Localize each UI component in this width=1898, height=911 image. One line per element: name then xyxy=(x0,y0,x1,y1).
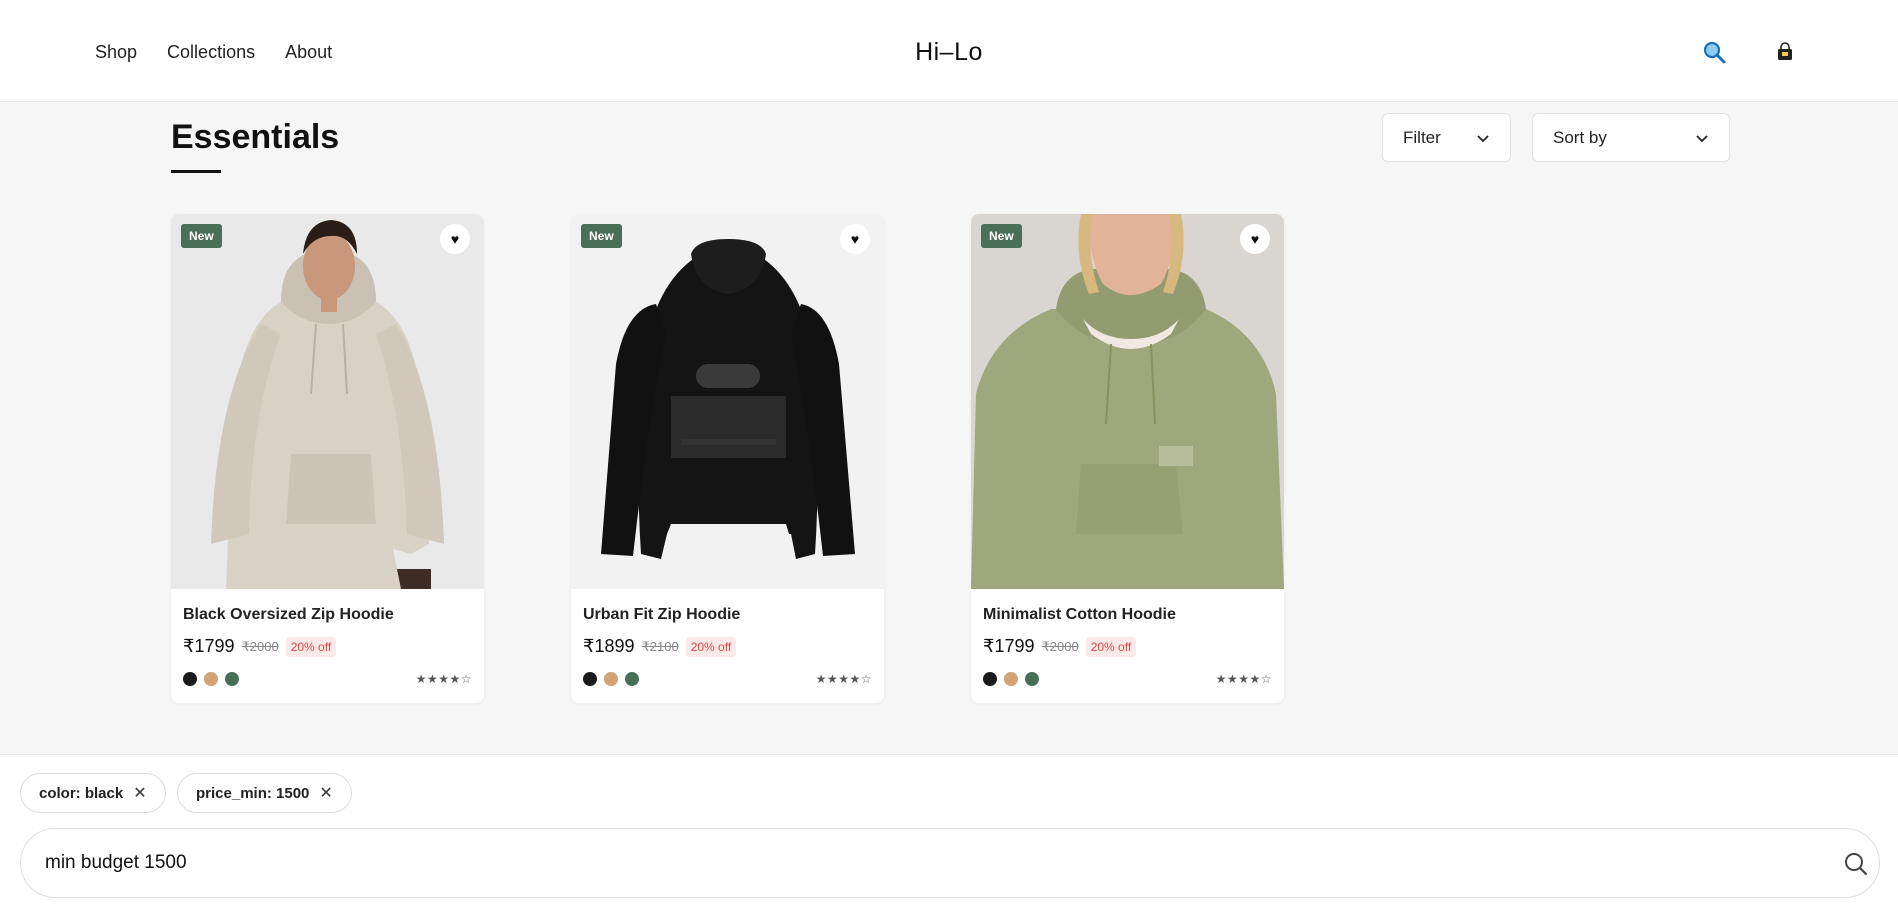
sort-dropdown[interactable]: Sort by xyxy=(1532,113,1730,162)
swatch-tan[interactable] xyxy=(204,672,218,686)
chip-label: price_min: 1500 xyxy=(196,784,310,802)
site-header: Shop Collections About Hi–Lo xyxy=(0,0,1898,102)
color-swatches xyxy=(183,672,239,686)
assistant-panel: color: black ✕ price_min: 1500 ✕ xyxy=(0,754,1898,911)
old-price: ₹2000 xyxy=(241,638,279,654)
heart-icon[interactable]: ♥ xyxy=(840,224,870,254)
rating-stars: ★★★★☆ xyxy=(815,672,872,686)
main-nav: Shop Collections About xyxy=(95,42,332,63)
swatch-black[interactable] xyxy=(583,672,597,686)
price-row: ₹1899 ₹2100 20% off xyxy=(583,636,737,657)
price: ₹1799 xyxy=(183,636,235,656)
product-image-olive-hoodie[interactable] xyxy=(971,214,1284,589)
chevron-down-icon xyxy=(1477,134,1489,142)
chevron-down-icon xyxy=(1696,134,1708,142)
price-row: ₹1799 ₹2000 20% off xyxy=(983,636,1137,657)
swatch-black[interactable] xyxy=(983,672,997,686)
old-price: ₹2000 xyxy=(1041,638,1079,654)
heart-icon[interactable]: ♥ xyxy=(1240,224,1270,254)
price-row: ₹1799 ₹2000 20% off xyxy=(183,636,337,657)
filter-chip-price-min[interactable]: price_min: 1500 ✕ xyxy=(177,773,352,813)
title-underline xyxy=(171,170,221,173)
discount-badge: 20% off xyxy=(1085,636,1137,657)
close-icon[interactable]: ✕ xyxy=(319,783,332,803)
nav-shop[interactable]: Shop xyxy=(95,42,137,63)
swatch-tan[interactable] xyxy=(1004,672,1018,686)
shopping-bag-icon[interactable] xyxy=(1771,38,1799,66)
query-box xyxy=(20,828,1880,898)
new-badge: New xyxy=(181,224,222,248)
swatch-tan[interactable] xyxy=(604,672,618,686)
close-icon[interactable]: ✕ xyxy=(133,783,146,803)
old-price: ₹2100 xyxy=(641,638,679,654)
new-badge: New xyxy=(981,224,1022,248)
rating-stars: ★★★★☆ xyxy=(415,672,472,686)
product-card[interactable]: New ♥ Urban Fit Zip Hoodie ₹1899 ₹2100 2… xyxy=(571,214,884,703)
price: ₹1899 xyxy=(583,636,635,656)
swatch-green[interactable] xyxy=(1025,672,1039,686)
product-image-black-hoodie[interactable] xyxy=(571,214,884,589)
swatch-green[interactable] xyxy=(225,672,239,686)
heart-icon[interactable]: ♥ xyxy=(440,224,470,254)
product-name[interactable]: Black Oversized Zip Hoodie xyxy=(183,606,394,624)
nav-collections[interactable]: Collections xyxy=(167,42,255,63)
product-name[interactable]: Minimalist Cotton Hoodie xyxy=(983,606,1176,624)
search-icon[interactable] xyxy=(1700,38,1728,66)
product-name[interactable]: Urban Fit Zip Hoodie xyxy=(583,606,740,624)
swatch-black[interactable] xyxy=(183,672,197,686)
query-input[interactable] xyxy=(45,829,1805,897)
discount-badge: 20% off xyxy=(685,636,737,657)
search-icon[interactable] xyxy=(1843,851,1869,877)
product-card[interactable]: New ♥ Black Oversized Zip Hoodie ₹1799 ₹… xyxy=(171,214,484,703)
swatch-green[interactable] xyxy=(625,672,639,686)
page-title: Essentials xyxy=(171,118,340,156)
new-badge: New xyxy=(581,224,622,248)
color-swatches xyxy=(583,672,639,686)
product-card[interactable]: New ♥ Minimalist Cotton Hoodie ₹1799 ₹20… xyxy=(971,214,1284,703)
color-swatches xyxy=(983,672,1039,686)
rating-stars: ★★★★☆ xyxy=(1215,672,1272,686)
site-logo[interactable]: Hi–Lo xyxy=(915,38,983,66)
filter-label: Filter xyxy=(1403,127,1441,147)
filter-chip-color[interactable]: color: black ✕ xyxy=(20,773,166,813)
discount-badge: 20% off xyxy=(285,636,337,657)
price: ₹1799 xyxy=(983,636,1035,656)
filter-dropdown[interactable]: Filter xyxy=(1382,113,1511,162)
sort-label: Sort by xyxy=(1553,127,1607,147)
chip-label: color: black xyxy=(39,784,124,802)
nav-about[interactable]: About xyxy=(285,42,332,63)
product-image-beige-hoodie[interactable] xyxy=(171,214,484,589)
